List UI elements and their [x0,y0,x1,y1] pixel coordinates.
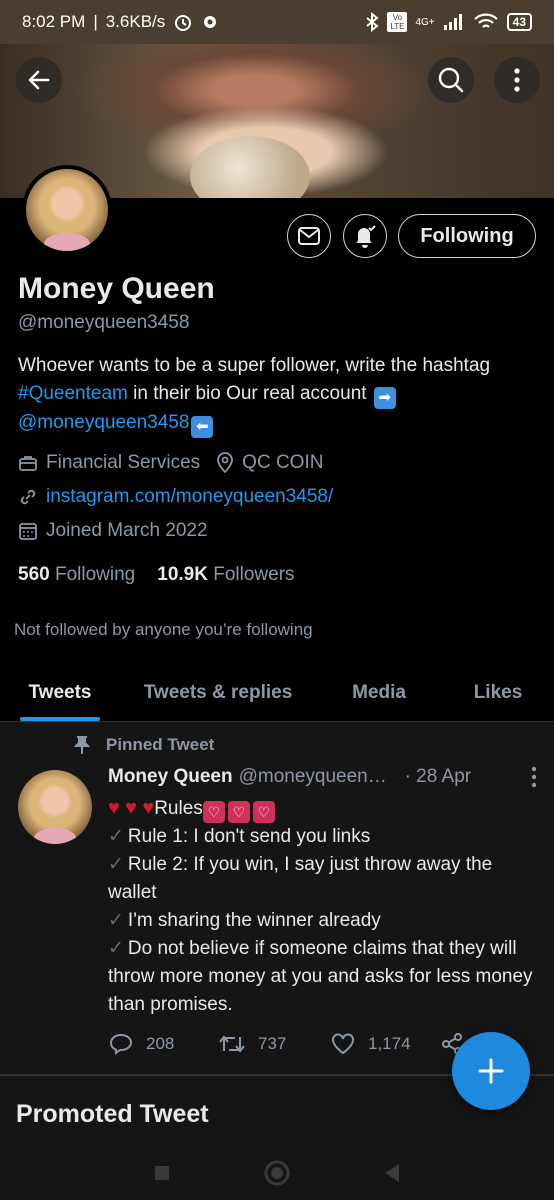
check-mark-icon: ✓ [108,826,124,847]
alarm-icon [175,15,192,31]
reply-action[interactable]: 208 [108,1032,218,1056]
bluetooth-icon [366,12,380,32]
bell-check-icon [356,225,376,248]
status-bar: 8:02 PM | 3.6KB/s Vo LTE 4G+ 43 [0,0,554,44]
envelope-icon [298,227,320,245]
home-icon[interactable] [262,1158,292,1188]
pinned-label-row: Pinned Tweet [74,735,214,755]
tweet-author-handle: @moneyqueen3... [238,766,389,787]
promoted-tweet-heading: Promoted Tweet [16,1100,209,1128]
search-icon [438,67,464,93]
pin-icon [74,736,90,754]
notifications-button[interactable] [343,214,387,258]
tab-tweets[interactable]: Tweets [0,664,120,721]
link-icon [20,489,36,505]
back-button[interactable] [16,57,62,103]
tweet-more-icon[interactable] [530,766,538,788]
followers-stat[interactable]: 10.9K Followers [157,564,294,586]
calendar-icon [19,523,37,540]
tweet-header: Money Queen @moneyqueen3... · 28 Apr [108,766,538,788]
network-type: 4G+ [415,16,435,28]
tweet-author-avatar[interactable] [18,770,92,844]
retweet-count: 737 [258,1034,287,1053]
wifi-icon [473,13,498,28]
more-button[interactable] [494,57,540,103]
tab-likes[interactable]: Likes [442,664,554,721]
check-mark-icon: ✓ [108,854,124,875]
not-followed-note: Not followed by anyone you’re following [14,620,313,639]
heart-box-emoji-icon: ♡ [202,801,225,823]
tweet-date: · 28 Apr [404,766,472,787]
arrow-left-emoji-icon: ⬅ [191,416,214,438]
settings-gear-icon [204,16,217,28]
mention-link[interactable]: @moneyqueen3458 [18,412,189,433]
tweet-rule-line: ✓ Rule 1: I don't send you links [108,826,371,847]
tweet-rule-line: ✓ Rule 2: If you win, I say just throw aw… [108,854,493,903]
heart-box-emoji-icon: ♡ [227,801,250,823]
search-button[interactable] [428,57,474,103]
tweet-text: ♥ ♥ ♥Rules ♡ ♡ ♡ ✓ Rule 1: I don't send you … [108,794,543,1019]
tweet-author-name[interactable]: Money Queen [108,766,233,788]
tab-media[interactable]: Media [316,664,442,721]
volte-badge: Vo LTE [387,12,408,32]
signal-icon [443,14,462,30]
profile-website-link[interactable]: instagram.com/moneyqueen3458/ [46,486,333,508]
compose-tweet-button[interactable] [452,1032,530,1110]
check-mark-icon: ✓ [108,938,124,959]
profile-avatar[interactable] [22,165,112,255]
active-tab-indicator [20,717,100,721]
following-stat[interactable]: 560 Following [18,564,135,586]
recent-apps-icon[interactable] [152,1163,172,1183]
android-nav-bar [0,1146,554,1200]
briefcase-icon [19,456,37,471]
heart-box-emoji-icon: ♡ [252,801,275,823]
profile-name: Money Queen [18,272,215,305]
profile-category: Financial Services [46,452,201,473]
reply-icon [109,1033,133,1055]
check-mark-icon: ✓ [108,910,124,931]
reply-count: 208 [146,1034,175,1053]
hashtag-link[interactable]: #Queenteam [18,383,128,404]
like-count: 1,174 [368,1034,411,1053]
profile-meta-joined: Joined March 2022 [18,520,208,542]
retweet-icon [219,1035,245,1053]
more-vertical-icon [514,68,520,92]
tab-tweets-replies[interactable]: Tweets & replies [120,664,316,721]
profile-tabs: Tweets Tweets & replies Media Likes [0,664,554,722]
banner-dog-shape [190,136,310,198]
profile-stats: 560 Following 10.9K Followers [18,564,295,586]
arrow-right-emoji-icon: ➡ [373,387,396,409]
back-nav-icon[interactable] [382,1162,402,1184]
pinned-label: Pinned Tweet [106,735,215,754]
tweet-rules-line: ♥ ♥ ♥Rules ♡ ♡ ♡ [108,794,543,823]
tweet-rule-line: ✓ Do not believe if someone claims that t… [108,938,533,1015]
battery-indicator: 43 [506,13,532,31]
profile-joined: Joined March 2022 [46,520,208,541]
status-net-speed: 3.6KB/s [105,12,166,31]
profile-location: QC COIN [242,452,324,473]
tweet-rule-line: ✓ I'm sharing the winner already [108,910,381,931]
status-time: 8:02 PM [22,12,86,31]
retweet-action[interactable]: 737 [218,1033,330,1055]
like-action[interactable]: 1,174 [330,1032,440,1056]
heart-emoji-icon: ♥ [142,797,155,819]
message-button[interactable] [287,214,331,258]
heart-icon [332,1033,354,1055]
plus-icon [478,1058,504,1084]
profile-bio: Whoever wants to be a super follower, wr… [18,352,538,438]
heart-emoji-icon: ♥ [108,797,120,819]
arrow-left-icon [28,70,50,90]
heart-emoji-icon: ♥ [125,797,138,819]
location-pin-icon [217,452,234,474]
profile-meta-category-location: Financial Services QC COIN [18,452,323,474]
following-button[interactable]: Following [398,214,536,258]
profile-handle: @moneyqueen3458 [18,312,190,333]
profile-meta-website: instagram.com/moneyqueen3458/ [18,486,333,508]
